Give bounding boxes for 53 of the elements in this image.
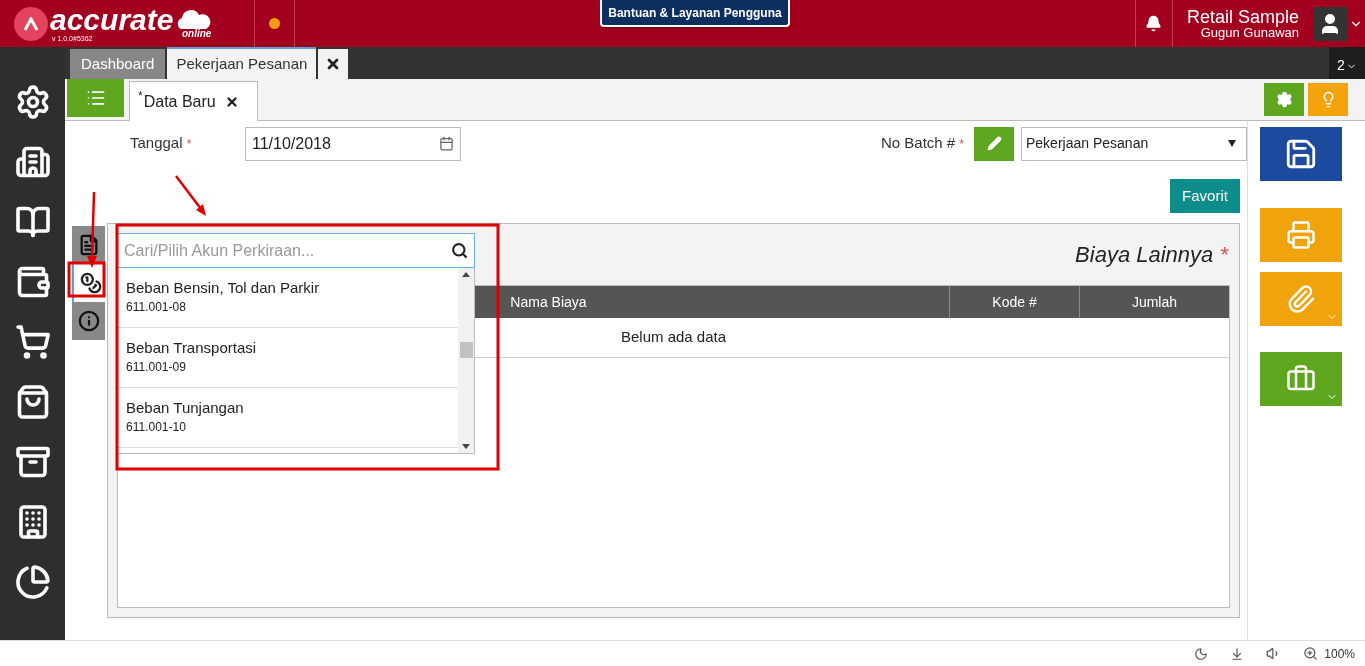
archive-icon[interactable] (14, 444, 51, 480)
printer-icon (1285, 220, 1316, 250)
zoom-level: 100% (1324, 645, 1355, 663)
moon-icon[interactable] (1194, 646, 1209, 661)
search-icon[interactable] (451, 242, 468, 259)
save-button[interactable] (1259, 127, 1342, 181)
book-icon[interactable] (14, 204, 51, 240)
tools-button[interactable] (1259, 352, 1342, 406)
pie-chart-icon[interactable] (14, 564, 51, 600)
calendar-icon[interactable] (439, 136, 454, 151)
user-name: Gugun Gunawan (1200, 26, 1299, 39)
building-icon[interactable] (14, 144, 51, 180)
column-header: Jumlah (1131, 292, 1178, 312)
notification-bell-icon[interactable] (1145, 15, 1163, 32)
date-field[interactable]: 11/10/2018 (245, 126, 461, 161)
field-label: Tanggal * (130, 133, 193, 154)
favorite-button[interactable]: Favorit (1170, 179, 1240, 213)
dropdown-caret-icon (1228, 140, 1236, 147)
form-tab-title: Data Baru (143, 91, 216, 112)
tab[interactable]: Pekerjaan Pesanan (167, 47, 317, 79)
info-icon (77, 310, 100, 332)
account-search-field[interactable]: Cari/Pilih Akun Perkiraan... (117, 233, 475, 268)
cloud-icon (175, 8, 212, 29)
company-name: Retail Sample (1186, 8, 1299, 26)
settings-button[interactable] (1264, 83, 1304, 116)
avatar-button[interactable] (1313, 6, 1347, 41)
logo-text: accurate (50, 5, 174, 35)
tab-count-button[interactable]: 2 (1329, 47, 1365, 79)
logo-icon (14, 6, 48, 41)
scrollbar[interactable] (458, 268, 474, 453)
coins-icon (79, 272, 102, 294)
field-label: No Batch # * (880, 133, 964, 154)
tab[interactable]: Dashboard (70, 49, 166, 79)
annotation-frame (67, 261, 106, 298)
pencil-icon (986, 136, 1002, 151)
panel-title: Biaya Lainnya * (1075, 241, 1228, 269)
cart-icon[interactable] (14, 324, 51, 360)
logo-subtext: online (181, 28, 212, 39)
empty-table-text: Belum ada data (620, 327, 727, 348)
close-icon[interactable] (224, 94, 239, 109)
batch-select[interactable]: Pekerjaan Pesanan (1021, 126, 1247, 161)
settings-icon (1275, 91, 1293, 108)
form-tab[interactable]: $^{*}$Data Baru (129, 81, 258, 121)
list-icon (85, 88, 106, 108)
annotation-arrow (175, 175, 206, 216)
close-tab-button[interactable] (318, 49, 349, 79)
zoom-in-icon[interactable] (1303, 646, 1319, 661)
help-button[interactable]: Bantuan & Layanan Pengguna (600, 0, 790, 27)
column-header: Nama Biaya (510, 292, 587, 312)
edit-button[interactable] (974, 126, 1014, 161)
download-icon[interactable] (1230, 646, 1245, 661)
search-input[interactable]: Cari/Pilih Akun Perkiraan... (124, 238, 451, 263)
column-header: Kode # (992, 292, 1037, 312)
